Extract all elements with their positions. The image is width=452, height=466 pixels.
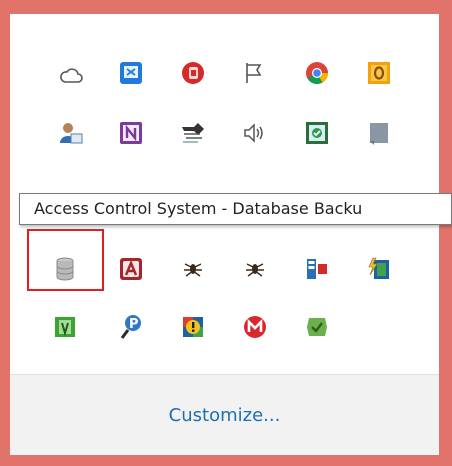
gray-square-icon[interactable] [366,120,392,146]
action-center-flag-icon[interactable] [242,60,268,86]
shield-exclamation-icon[interactable] [180,314,206,340]
window-split-icon[interactable] [304,256,330,282]
outlook-icon[interactable] [366,60,392,86]
ant-icon-2[interactable] [242,256,268,282]
onenote-icon[interactable] [118,120,144,146]
volume-icon[interactable] [242,120,268,146]
excel-icon[interactable] [118,60,144,86]
network-arrow-icon[interactable] [180,120,206,146]
customize-bar: Customize... [10,374,439,455]
onedrive-icon[interactable] [58,62,84,88]
bolt-window-icon[interactable] [366,256,392,282]
green-check-icon[interactable] [304,314,330,340]
tooltip-text: Access Control System - Database Backu [34,199,363,218]
access-a-icon[interactable] [118,256,144,282]
selection-highlight [27,229,104,291]
customize-link[interactable]: Customize... [169,405,281,426]
user-card-icon[interactable] [58,120,84,146]
mega-icon[interactable] [242,314,268,340]
ant-icon[interactable] [180,256,206,282]
svg-text:P: P [129,317,139,332]
blue-p-icon[interactable]: P [118,314,144,340]
chrome-icon[interactable] [304,60,330,86]
tooltip: Access Control System - Database Backu [19,193,452,225]
badge-b-icon[interactable] [180,60,206,86]
remote-desktop-icon[interactable] [304,120,330,146]
green-box-icon[interactable] [52,314,78,340]
